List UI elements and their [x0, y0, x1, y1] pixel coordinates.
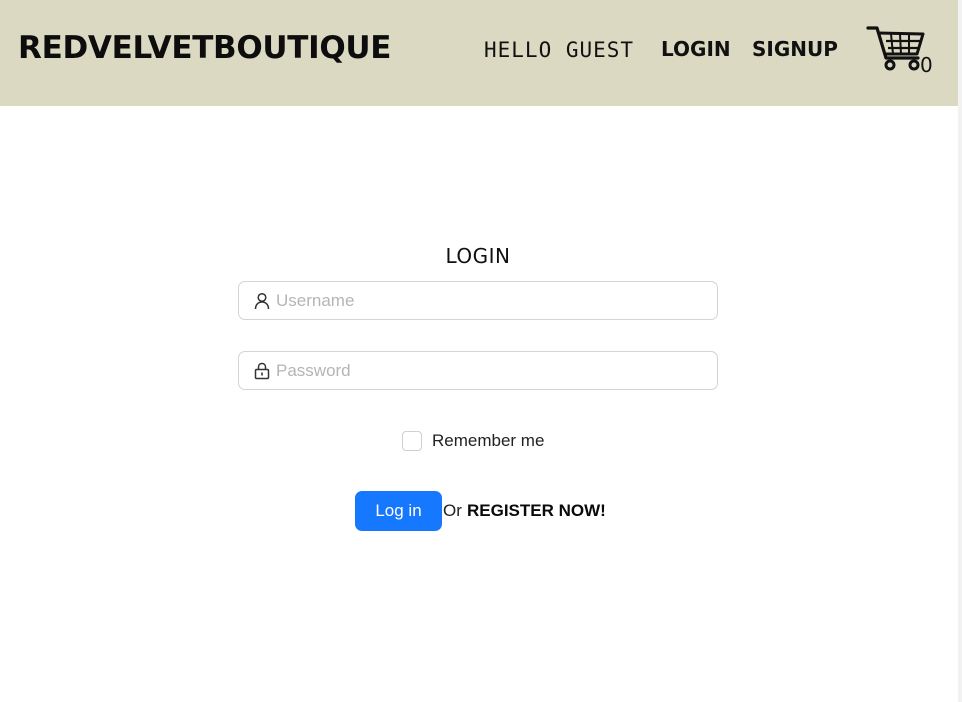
- lock-icon: [254, 362, 270, 380]
- cart-button[interactable]: [866, 24, 928, 72]
- page-edge-divider: [958, 0, 962, 702]
- site-header: REDVELVETBOUTIQUE HELLO GUEST LOGIN SIGN…: [0, 0, 958, 106]
- shopping-cart-icon: [866, 26, 925, 71]
- login-title: LOGIN: [445, 244, 511, 268]
- cart-count-badge: 0: [920, 53, 933, 77]
- nav-login-link[interactable]: LOGIN: [661, 35, 731, 63]
- password-field-wrapper[interactable]: [238, 351, 718, 390]
- greeting-text: HELLO GUEST: [484, 38, 635, 62]
- username-input[interactable]: [276, 286, 706, 315]
- remember-me-checkbox[interactable]: [402, 431, 422, 451]
- brand-logo[interactable]: REDVELVETBOUTIQUE: [18, 28, 391, 68]
- username-field-wrapper[interactable]: [238, 281, 718, 320]
- nav-signup-link[interactable]: SIGNUP: [752, 35, 838, 63]
- register-now-link[interactable]: REGISTER NOW!: [467, 500, 606, 522]
- password-input[interactable]: [276, 356, 706, 385]
- user-icon: [254, 292, 270, 310]
- remember-me-label: Remember me: [432, 431, 545, 450]
- login-button[interactable]: Log in: [355, 491, 442, 531]
- or-text: Or: [443, 501, 462, 520]
